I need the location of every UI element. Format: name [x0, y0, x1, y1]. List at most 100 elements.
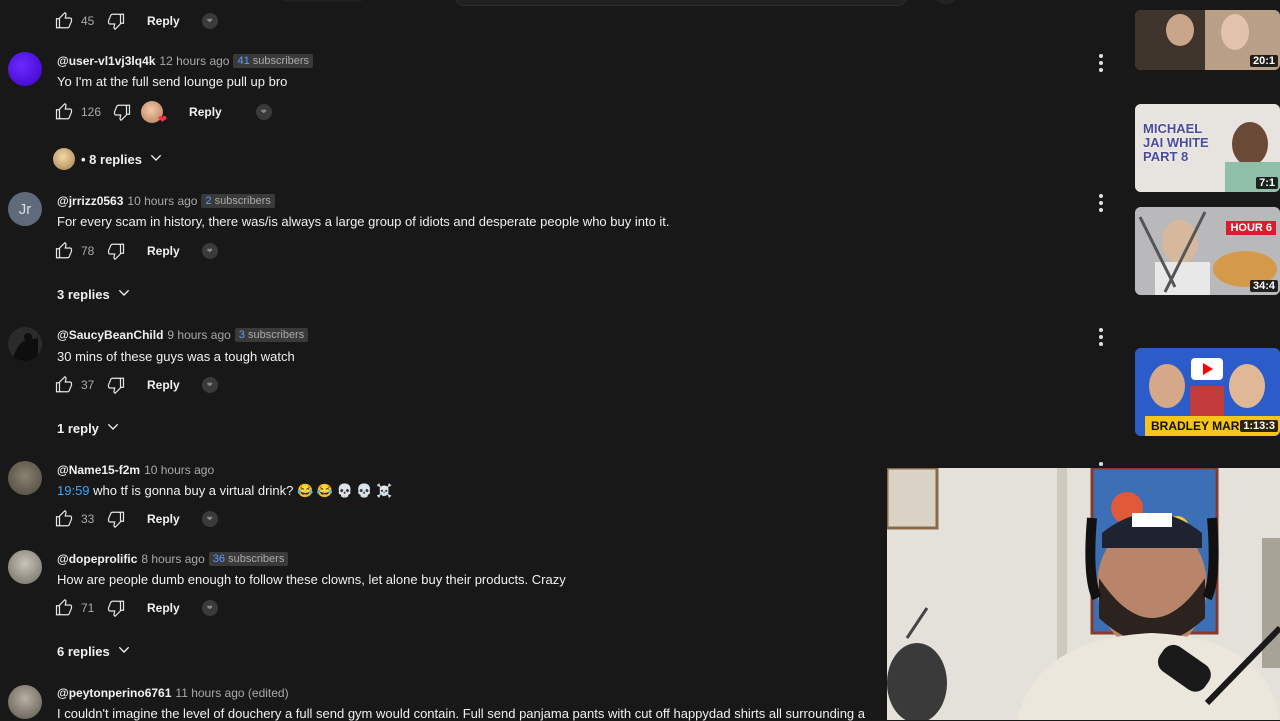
like-icon[interactable] — [55, 599, 73, 617]
comment-text: Yo I'm at the full send lounge pull up b… — [57, 74, 288, 89]
avatar[interactable] — [8, 461, 42, 495]
like-icon[interactable] — [55, 376, 73, 394]
reply-button[interactable]: Reply — [147, 601, 180, 615]
subscriber-badge: 3 subscribers — [234, 328, 309, 342]
video-duration: 7:1 — [1256, 177, 1278, 189]
comment-author[interactable]: @peytonperino6761 — [57, 686, 171, 700]
dislike-icon[interactable] — [107, 376, 125, 394]
replies-count: 1 reply — [57, 421, 99, 436]
comment-author[interactable]: @user-vl1vj3lq4k — [57, 54, 155, 68]
subscriber-badge: 2 subscribers — [201, 194, 275, 208]
comment-text: 30 mins of these guys was a tough watch — [57, 349, 295, 364]
webcam-overlay — [887, 468, 1280, 720]
like-count: 126 — [81, 105, 102, 119]
dislike-icon[interactable] — [107, 12, 125, 30]
like-count: 71 — [81, 601, 95, 615]
comment-text: 19:59 who tf is gonna buy a virtual drin… — [57, 483, 393, 498]
more-actions-icon[interactable] — [1098, 194, 1104, 212]
dislike-icon[interactable] — [107, 599, 125, 617]
reply-button[interactable]: Reply — [147, 14, 180, 28]
like-count: 37 — [81, 378, 95, 392]
chevron-down-icon — [105, 419, 121, 438]
comment-author[interactable]: @dopeprolific — [57, 552, 137, 566]
more-actions-icon[interactable] — [1098, 462, 1104, 466]
video-duration: 1:13:3 — [1240, 420, 1278, 432]
comment-time[interactable]: 12 hours ago — [159, 54, 229, 68]
creator-heart-avatar: ❤ — [141, 101, 167, 126]
creator-heart-chip: ❤ — [201, 13, 218, 29]
like-count: 33 — [81, 512, 95, 526]
subscriber-badge: 41 subscribers — [233, 54, 314, 68]
comment-time[interactable]: 11 hours ago (edited) — [175, 686, 288, 700]
creator-chip: ❤ — [201, 377, 218, 393]
comment-text: I couldn't imagine the level of douchery… — [57, 706, 865, 721]
like-icon[interactable] — [55, 510, 73, 528]
comment-meta: @SaucyBeanChild 9 hours ago 3 subscriber… — [57, 328, 309, 342]
sidebar-video-thumbnail[interactable]: BRADLEY MAR 1:13:3 — [1135, 348, 1280, 436]
comment-meta: @user-vl1vj3lq4k 12 hours ago 41 subscri… — [57, 54, 314, 68]
comment-actions: 126 ❤ Reply ❤ — [55, 101, 272, 126]
sidebar-video-thumbnail[interactable]: 20:1 — [1135, 10, 1280, 70]
reply-button[interactable]: Reply — [189, 105, 222, 119]
subscriber-badge: 36 subscribers — [208, 552, 289, 566]
comment-time[interactable]: 10 hours ago — [144, 463, 214, 477]
like-icon[interactable] — [55, 103, 73, 121]
replies-count: • 8 replies — [81, 151, 142, 167]
comment-text: How are people dumb enough to follow the… — [57, 572, 566, 587]
sidebar-video-thumbnail[interactable]: HOUR 6 34:4 — [1135, 207, 1280, 295]
reply-button[interactable]: Reply — [147, 512, 180, 526]
like-count: 78 — [81, 244, 95, 258]
reply-button[interactable]: Reply — [147, 244, 180, 258]
comment-meta: @Name15-f2m 10 hours ago — [57, 463, 214, 477]
comment-meta: @peytonperino6761 11 hours ago (edited) — [57, 686, 289, 700]
comment-author[interactable]: @jrrizz0563 — [57, 194, 123, 208]
replies-toggle[interactable]: 1 reply — [57, 419, 121, 438]
comment-actions: 71 Reply ❤ — [55, 598, 218, 618]
replies-count: 3 replies — [57, 287, 110, 302]
dislike-icon[interactable] — [107, 510, 125, 528]
more-actions-icon[interactable] — [1098, 54, 1104, 72]
reply-button[interactable]: Reply — [147, 378, 180, 392]
comment-actions: 45 Reply ❤ — [55, 11, 218, 31]
chevron-down-icon — [148, 150, 164, 169]
like-icon[interactable] — [55, 12, 73, 30]
comment-author[interactable]: @Name15-f2m — [57, 463, 140, 477]
replies-count: 6 replies — [57, 644, 110, 659]
avatar[interactable]: Jr — [8, 192, 42, 226]
replies-toggle[interactable]: 6 replies — [57, 642, 132, 661]
creator-chip: ❤ — [255, 104, 272, 120]
comment-author[interactable]: @SaucyBeanChild — [57, 328, 163, 342]
chevron-down-icon — [116, 285, 132, 304]
avatar[interactable] — [8, 327, 42, 361]
video-duration: 34:4 — [1249, 280, 1278, 292]
replies-toggle[interactable]: • 8 replies — [53, 148, 164, 170]
search-bar-fragment[interactable] — [455, 0, 907, 6]
comment-time[interactable]: 8 hours ago — [141, 552, 204, 566]
top-control[interactable] — [280, 0, 365, 2]
replies-toggle[interactable]: 3 replies — [57, 285, 132, 304]
comment-actions: 78 Reply ❤ — [55, 241, 218, 261]
avatar[interactable] — [8, 685, 42, 719]
more-actions-icon[interactable] — [1098, 328, 1104, 346]
comment-actions: 37 Reply ❤ — [55, 375, 218, 395]
timestamp-link[interactable]: 19:59 — [57, 483, 90, 498]
like-icon[interactable] — [55, 242, 73, 260]
sidebar-video-thumbnail[interactable]: MICHAEL JAI WHITE PART 8 7:1 — [1135, 104, 1280, 192]
thumbnail-title-overlay: HOUR 6 — [1226, 221, 1276, 235]
dislike-icon[interactable] — [113, 103, 131, 121]
avatar[interactable] — [8, 550, 42, 584]
avatar[interactable] — [8, 52, 42, 86]
comment-time[interactable]: 10 hours ago — [127, 194, 197, 208]
thumbnail-title-overlay: MICHAEL JAI WHITE PART 8 — [1143, 121, 1209, 164]
comment-time[interactable]: 9 hours ago — [167, 328, 230, 342]
video-duration: 20:1 — [1249, 55, 1278, 67]
creator-chip: ❤ — [201, 511, 218, 527]
comment-meta: @dopeprolific 8 hours ago 36 subscribers — [57, 552, 289, 566]
dislike-icon[interactable] — [107, 242, 125, 260]
comment-text: For every scam in history, there was/is … — [57, 214, 670, 229]
like-count: 45 — [81, 14, 95, 28]
creator-reply-avatar — [53, 148, 75, 170]
top-icon-button[interactable] — [935, 0, 957, 4]
comment-meta: @jrrizz0563 10 hours ago 2 subscribers — [57, 194, 275, 208]
creator-chip: ❤ — [201, 243, 218, 259]
